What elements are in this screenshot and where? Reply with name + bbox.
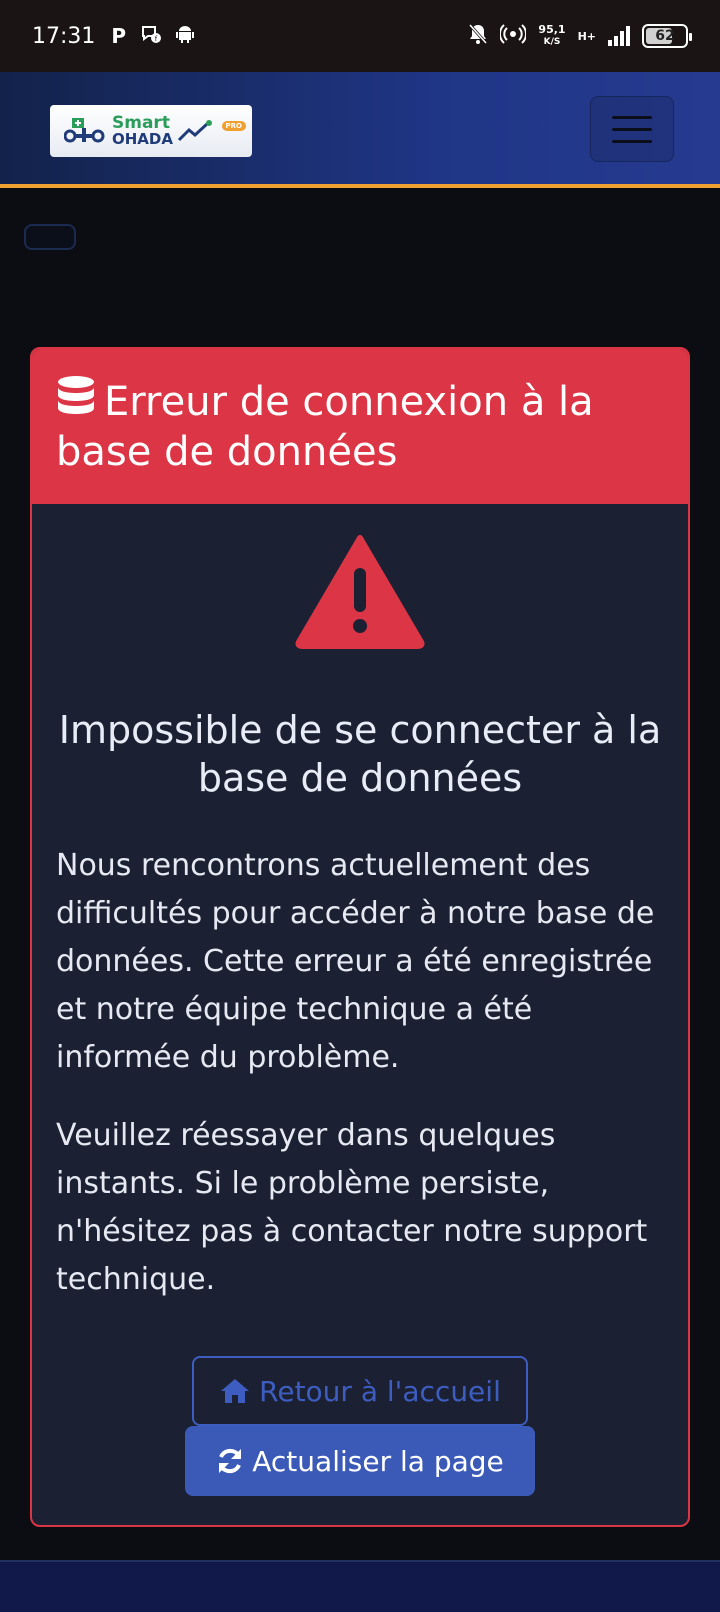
warning-icon [295,535,425,649]
menu-toggle-button[interactable] [590,96,674,162]
logo-ohada-text: OHADA [112,130,173,148]
refresh-icon [219,1448,242,1474]
battery-icon: 62 [642,24,692,48]
empty-pill-button[interactable] [24,224,76,250]
system-status: 95,1 K/S H+ 62 [468,23,692,50]
android-icon [176,24,195,49]
error-heading: Impossible de se connecter à la base de … [58,708,662,800]
error-card: Erreur de connexion à la base de données… [30,347,690,1527]
error-card-title: Erreur de connexion à la base de données [56,375,664,477]
error-paragraph-2: Veuillez réessayer dans quelques instant… [56,1118,648,1297]
footer [0,1560,720,1612]
error-card-title-text: Erreur de connexion à la base de données [56,379,594,475]
refresh-button[interactable]: Actualiser la page [185,1426,535,1496]
error-card-body: Impossible de se connecter à la base de … [32,504,688,1525]
messenger-icon: f [140,24,162,49]
network-speed: 95,1 K/S [538,24,565,48]
refresh-button-label: Actualiser la page [252,1444,504,1478]
signal-icon [608,26,630,46]
home-button[interactable]: Retour à l'accueil [192,1356,528,1426]
status-time: 17:31 [32,23,96,49]
trend-icon [177,120,212,142]
pro-badge: PRO [221,121,246,131]
navbar: Smart OHADA PRO [0,72,720,188]
database-icon [58,376,94,414]
hotspot-icon [499,23,528,50]
hamburger-icon [612,115,652,119]
scale-icon [64,118,105,143]
network-speed-unit: K/S [543,37,561,47]
bell-muted-icon [468,23,488,50]
home-button-label: Retour à l'accueil [259,1374,501,1408]
logo-smart-text: Smart [112,113,170,133]
network-speed-value: 95,1 [538,23,566,36]
battery-level: 62 [655,28,675,44]
brand-logo[interactable]: Smart OHADA PRO [50,105,252,157]
home-icon [221,1379,250,1403]
parking-icon: P [111,24,127,48]
error-card-header: Erreur de connexion à la base de données [32,349,688,504]
error-paragraph-1: Nous rencontrons actuellement des diffic… [56,848,655,1075]
network-type: H+ [577,29,596,43]
status-bar: 17:31 P f 95,1 K/S H+ 62 [0,0,720,72]
notification-icons: P f [111,24,195,49]
